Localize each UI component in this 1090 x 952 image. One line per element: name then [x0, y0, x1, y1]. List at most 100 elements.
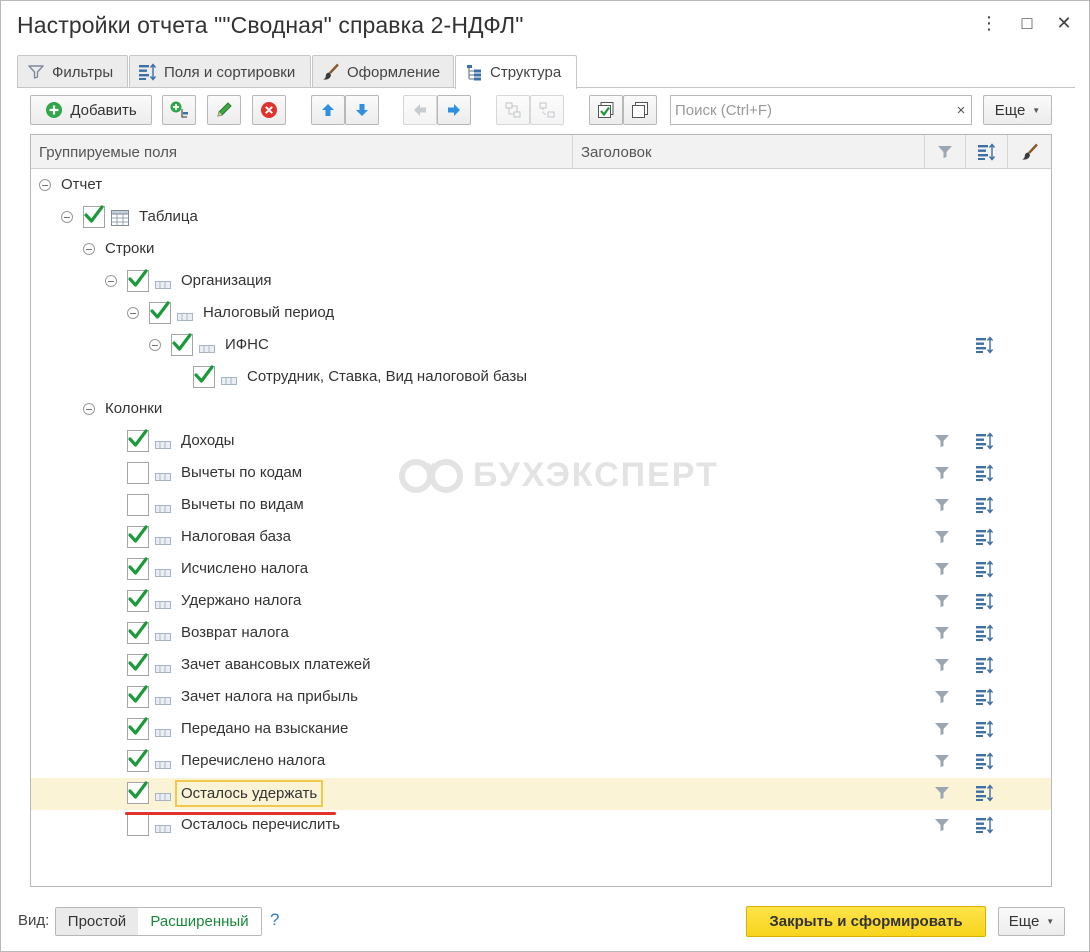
collapse-toggle-icon[interactable] [127, 307, 139, 319]
add-button[interactable]: Добавить [30, 95, 152, 125]
filter-icon[interactable] [934, 594, 950, 612]
use-checkbox[interactable] [127, 557, 149, 580]
help-link[interactable]: ? [270, 910, 279, 930]
fields-sort-icon[interactable] [975, 720, 995, 742]
tree-row[interactable]: Сотрудник, Ставка, Вид налоговой базы [31, 362, 1051, 394]
group-button[interactable] [496, 95, 530, 125]
tree-row[interactable]: Налоговая база [31, 522, 1051, 554]
tree-row[interactable]: Удержано налога [31, 586, 1051, 618]
filter-icon[interactable] [934, 466, 950, 484]
fields-sort-icon[interactable] [975, 656, 995, 678]
tree-row[interactable]: ИФНС [31, 330, 1051, 362]
add-grouping-button[interactable] [162, 95, 196, 125]
collapse-toggle-icon[interactable] [149, 339, 161, 351]
tree-row[interactable]: Таблица [31, 202, 1051, 234]
search-input[interactable]: Поиск (Ctrl+F) [670, 95, 972, 125]
fields-sort-icon[interactable] [975, 752, 995, 774]
use-checkbox[interactable] [149, 301, 171, 324]
fields-sort-icon[interactable] [975, 624, 995, 646]
fields-sort-icon[interactable] [975, 592, 995, 614]
view-simple-button[interactable]: Простой [55, 907, 139, 936]
view-extended-button[interactable]: Расширенный [138, 907, 262, 936]
fields-sort-icon[interactable] [975, 336, 995, 358]
tree-row[interactable]: Передано на взыскание [31, 714, 1051, 746]
collapse-toggle-icon[interactable] [83, 403, 95, 415]
tree-row[interactable]: Налоговый период [31, 298, 1051, 330]
filter-icon[interactable] [934, 722, 950, 740]
use-checkbox[interactable] [83, 205, 105, 228]
filter-icon[interactable] [934, 626, 950, 644]
collapse-toggle-icon[interactable] [105, 275, 117, 287]
column-header-appearance[interactable] [1008, 135, 1051, 169]
use-checkbox[interactable] [127, 269, 149, 292]
tab-filters[interactable]: Фильтры [17, 55, 128, 88]
filter-icon[interactable] [934, 786, 950, 804]
fields-sort-icon[interactable] [975, 560, 995, 582]
use-checkbox[interactable] [127, 589, 149, 612]
more-menu-icon[interactable]: ⋮ [978, 13, 1000, 34]
ungroup-button[interactable] [530, 95, 564, 125]
filter-icon[interactable] [934, 818, 950, 836]
tab-structure[interactable]: Структура [455, 55, 577, 89]
tree-row[interactable]: Доходы [31, 426, 1051, 458]
tree-row[interactable]: Организация [31, 266, 1051, 298]
column-header-title[interactable]: Заголовок [573, 135, 925, 169]
column-header-sort[interactable] [966, 135, 1008, 169]
use-checkbox[interactable] [127, 717, 149, 740]
move-up-button[interactable] [311, 95, 345, 125]
tab-appearance[interactable]: Оформление [312, 55, 454, 88]
collapse-toggle-icon[interactable] [61, 211, 73, 223]
use-checkbox[interactable] [127, 462, 149, 484]
search-clear-icon[interactable]: × [948, 95, 974, 125]
filter-icon[interactable] [934, 530, 950, 548]
use-checkbox[interactable] [127, 621, 149, 644]
fields-sort-icon[interactable] [975, 464, 995, 486]
delete-button[interactable] [252, 95, 286, 125]
close-and-generate-button[interactable]: Закрыть и сформировать [746, 906, 986, 937]
check-all-button[interactable] [589, 95, 623, 125]
use-checkbox[interactable] [127, 525, 149, 548]
fields-sort-icon[interactable] [975, 528, 995, 550]
use-checkbox[interactable] [127, 429, 149, 452]
tree-row[interactable]: Колонки [31, 394, 1051, 426]
filter-icon[interactable] [934, 434, 950, 452]
tree-row[interactable]: Отчет [31, 170, 1051, 202]
filter-icon[interactable] [934, 754, 950, 772]
use-checkbox[interactable] [193, 365, 215, 388]
tree-row[interactable]: Перечислено налога [31, 746, 1051, 778]
use-checkbox[interactable] [171, 333, 193, 356]
use-checkbox[interactable] [127, 685, 149, 708]
move-right-button[interactable] [437, 95, 471, 125]
edit-button[interactable] [207, 95, 241, 125]
use-checkbox[interactable] [127, 814, 149, 836]
uncheck-all-button[interactable] [623, 95, 657, 125]
fields-sort-icon[interactable] [975, 688, 995, 710]
move-down-button[interactable] [345, 95, 379, 125]
column-header-fields[interactable]: Группируемые поля [31, 135, 573, 169]
toolbar-more-button[interactable]: Еще ▼ [983, 95, 1052, 125]
filter-icon[interactable] [934, 690, 950, 708]
tab-fields-sort[interactable]: Поля и сортировки [129, 55, 311, 88]
tree-row[interactable]: Строки [31, 234, 1051, 266]
use-checkbox[interactable] [127, 494, 149, 516]
tree-row[interactable]: Исчислено налога [31, 554, 1051, 586]
collapse-toggle-icon[interactable] [39, 179, 51, 191]
collapse-toggle-icon[interactable] [83, 243, 95, 255]
use-checkbox[interactable] [127, 749, 149, 772]
close-icon[interactable]: ✕ [1053, 13, 1075, 34]
filter-icon[interactable] [934, 498, 950, 516]
tree-row[interactable]: Зачет авансовых платежей [31, 650, 1051, 682]
fields-sort-icon[interactable] [975, 784, 995, 806]
move-left-button[interactable] [403, 95, 437, 125]
fields-sort-icon[interactable] [975, 432, 995, 454]
fields-sort-icon[interactable] [975, 816, 995, 838]
filter-icon[interactable] [934, 562, 950, 580]
tree-row[interactable]: Зачет налога на прибыль [31, 682, 1051, 714]
tree-row[interactable]: Возврат налога [31, 618, 1051, 650]
tree-row[interactable]: Осталось удержать [31, 778, 1051, 810]
filter-icon[interactable] [934, 658, 950, 676]
fields-sort-icon[interactable] [975, 496, 995, 518]
footer-more-button[interactable]: Еще ▼ [998, 907, 1065, 936]
use-checkbox[interactable] [127, 781, 149, 804]
column-header-filter[interactable] [925, 135, 966, 169]
